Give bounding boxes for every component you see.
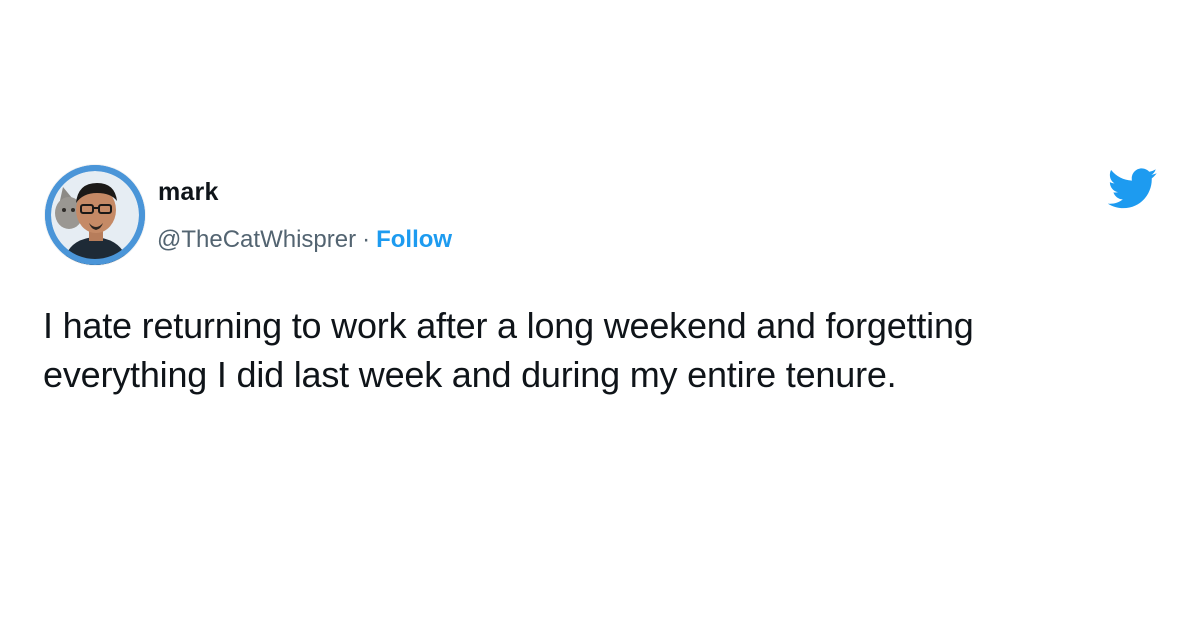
separator-dot: · — [362, 226, 371, 253]
user-handle[interactable]: @TheCatWhisprer — [157, 226, 356, 253]
display-name[interactable]: mark — [158, 178, 219, 207]
tweet-text-line: I hate returning to work after a long we… — [43, 305, 974, 346]
avatar[interactable] — [45, 165, 145, 265]
follow-button[interactable]: Follow — [376, 226, 452, 253]
tweet-card: mark @TheCatWhisprer · Follow I hate retur… — [0, 0, 1200, 630]
handle-row: @TheCatWhisprer · Follow — [157, 226, 452, 254]
tweet-text-line: everything I did last week and during my… — [43, 354, 897, 395]
tweet-text: I hate returning to work after a long we… — [43, 301, 1173, 399]
twitter-bird-icon[interactable] — [1108, 168, 1158, 210]
profile-photo-icon — [45, 165, 145, 265]
